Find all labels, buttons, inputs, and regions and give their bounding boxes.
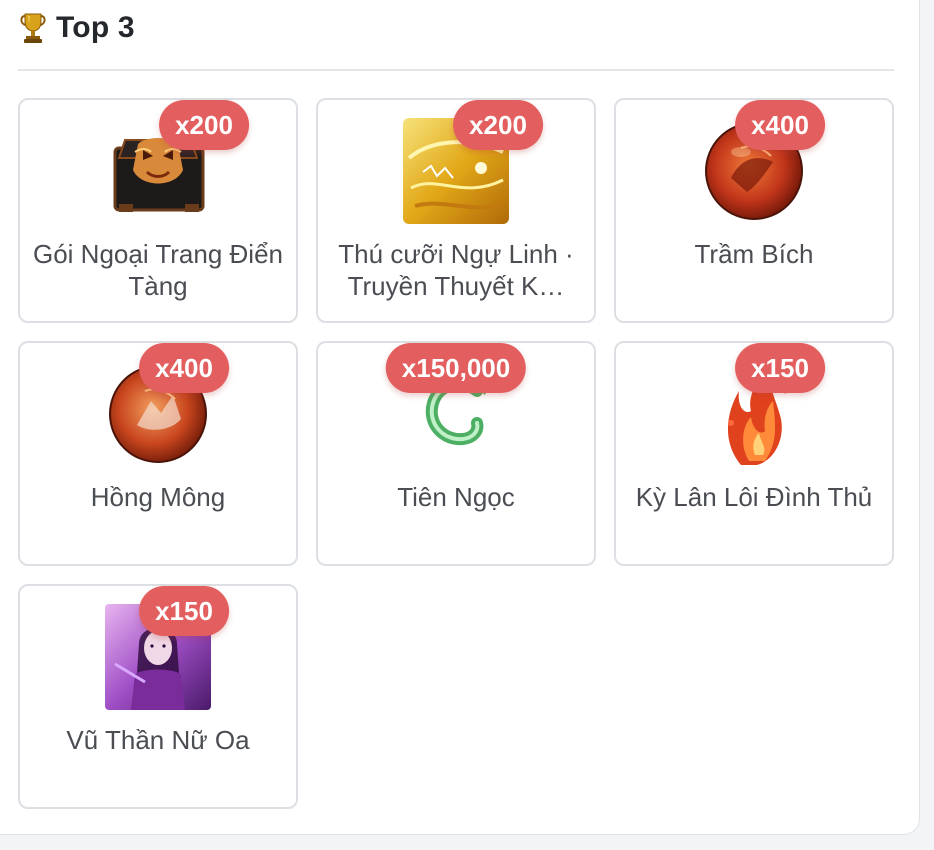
quantity-badge: x200 (453, 100, 543, 150)
header-divider (18, 69, 894, 71)
reward-card[interactable]: x150 Vũ Thần Nữ Oa (18, 584, 298, 809)
reward-name: Hồng Mông (90, 482, 226, 512)
reward-card[interactable]: x400 Hồng Mông (18, 341, 298, 566)
quantity-badge: x150 (735, 343, 825, 393)
reward-card[interactable]: x400 Trầm Bích (614, 98, 894, 323)
trophy-icon (20, 13, 46, 43)
reward-name: Trầm Bích (694, 239, 814, 269)
reward-name: Vũ Thần Nữ Oa (66, 725, 250, 755)
reward-name: Gói Ngoại Trang Điển Tàng (32, 239, 284, 301)
reward-name: Tiên Ngọc (397, 482, 515, 512)
reward-card[interactable]: x200 Gói Ngoại Trang Điển Tàng (18, 98, 298, 323)
quantity-badge: x400 (139, 343, 229, 393)
top-rewards-panel: Top 3 x200 Gói Ngoại Trang Điển Tàng x20… (0, 0, 920, 835)
quantity-badge: x400 (735, 100, 825, 150)
quantity-badge: x150,000 (385, 343, 527, 393)
reward-card[interactable]: x150,000 Tiên Ngọc (316, 341, 596, 566)
reward-card[interactable]: x200 Thú cưỡi Ngự Linh · Truyền Thuyết K… (316, 98, 596, 323)
quantity-badge: x150 (139, 586, 229, 636)
reward-grid: x200 Gói Ngoại Trang Điển Tàng x200 Thú … (18, 98, 894, 809)
reward-name: Thú cưỡi Ngự Linh · Truyền Thuyết K… (338, 239, 574, 301)
panel-header: Top 3 (18, 8, 135, 48)
panel-title: Top 3 (56, 11, 135, 44)
reward-card[interactable]: x150 Kỳ Lân Lôi Đình Thủ (614, 341, 894, 566)
quantity-badge: x200 (159, 100, 249, 150)
reward-name: Kỳ Lân Lôi Đình Thủ (635, 482, 873, 512)
